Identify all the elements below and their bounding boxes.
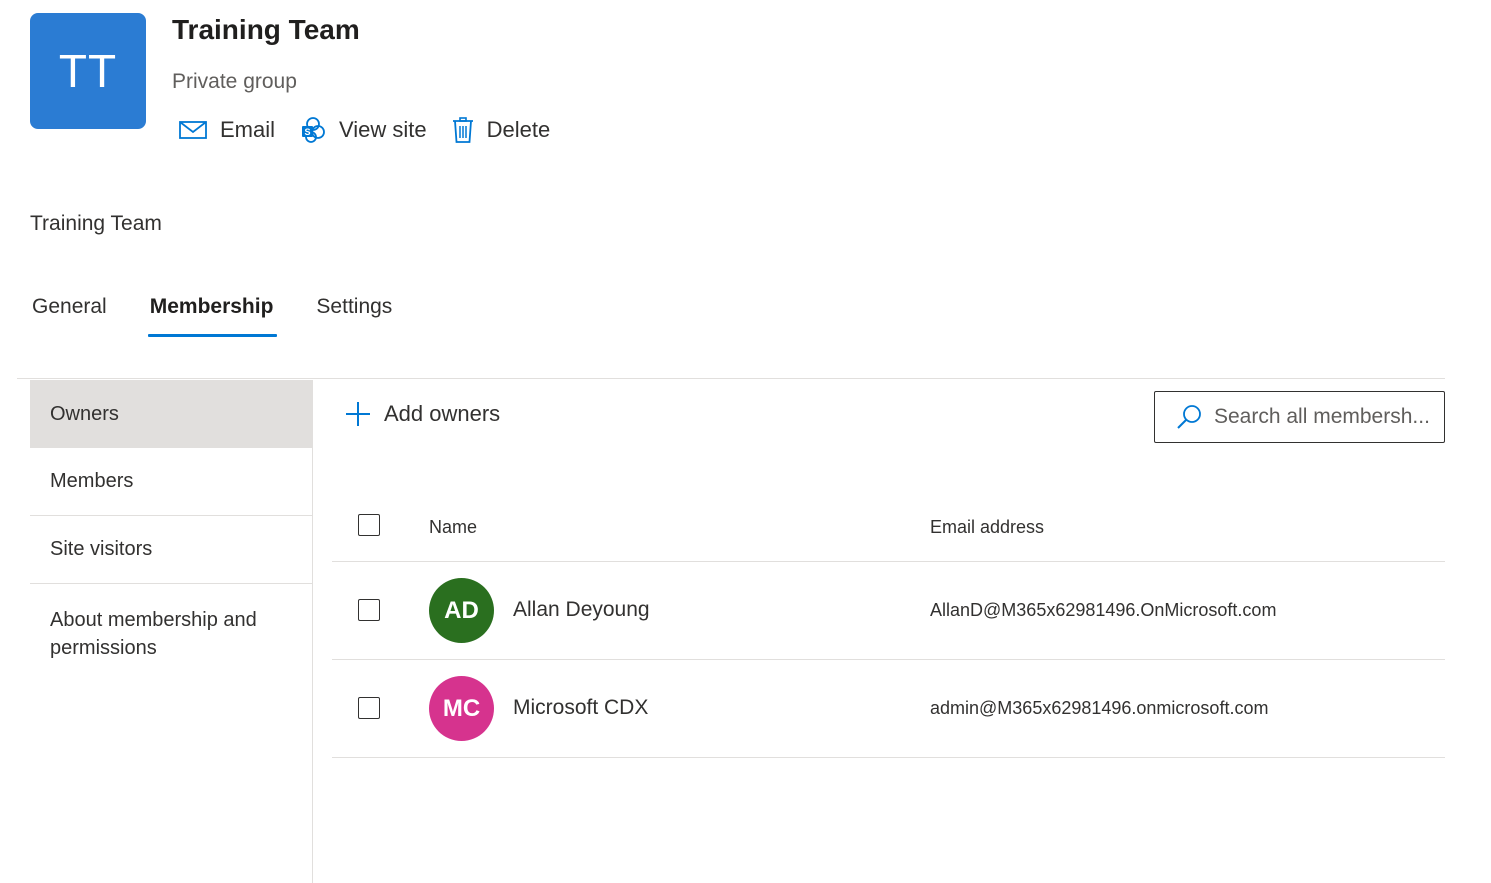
row-checkbox[interactable] bbox=[358, 599, 380, 621]
member-email: admin@M365x62981496.onmicrosoft.com bbox=[930, 698, 1269, 718]
member-name[interactable]: Allan Deyoung bbox=[513, 598, 650, 622]
tab-general[interactable]: General bbox=[32, 295, 107, 337]
group-avatar: TT bbox=[30, 13, 146, 129]
tab-bar: General Membership Settings bbox=[32, 295, 435, 337]
add-owners-label: Add owners bbox=[384, 401, 501, 426]
add-owners-button[interactable]: Add owners bbox=[344, 400, 500, 428]
membership-nav: Owners Members Site visitors About membe… bbox=[30, 380, 312, 684]
svg-text:S: S bbox=[305, 127, 311, 137]
column-header-name[interactable]: Name bbox=[429, 517, 477, 538]
table-row[interactable]: MC Microsoft CDX admin@M365x62981496.onm… bbox=[332, 660, 1445, 758]
search-icon bbox=[1177, 405, 1201, 429]
nav-item-owners[interactable]: Owners bbox=[30, 380, 312, 448]
plus-icon bbox=[346, 402, 370, 426]
tab-membership[interactable]: Membership bbox=[147, 295, 278, 337]
nav-item-about-membership[interactable]: About membership and permissions bbox=[30, 584, 312, 684]
table-row[interactable]: AD Allan Deyoung AllanD@M365x62981496.On… bbox=[332, 562, 1445, 660]
nav-divider bbox=[312, 380, 313, 883]
owners-table: Name Email address AD Allan Deyoung Alla… bbox=[332, 492, 1445, 758]
breadcrumb: Training Team bbox=[30, 212, 162, 235]
table-header: Name Email address bbox=[332, 492, 1445, 562]
search-input[interactable] bbox=[1214, 405, 1449, 429]
view-site-button[interactable]: S View site bbox=[299, 116, 427, 144]
view-site-label: View site bbox=[339, 117, 427, 142]
group-type: Private group bbox=[172, 70, 297, 93]
member-name[interactable]: Microsoft CDX bbox=[513, 696, 648, 720]
mail-icon bbox=[179, 121, 207, 139]
email-label: Email bbox=[220, 117, 276, 142]
tab-settings[interactable]: Settings bbox=[316, 295, 392, 337]
column-header-email[interactable]: Email address bbox=[930, 517, 1044, 538]
member-email: AllanD@M365x62981496.OnMicrosoft.com bbox=[930, 600, 1277, 620]
divider bbox=[17, 378, 1445, 379]
row-checkbox[interactable] bbox=[358, 697, 380, 719]
delete-button[interactable]: Delete bbox=[451, 116, 551, 144]
nav-item-members[interactable]: Members bbox=[30, 448, 312, 516]
group-title: Training Team bbox=[172, 14, 360, 45]
trash-icon bbox=[452, 117, 473, 143]
delete-label: Delete bbox=[486, 117, 551, 142]
nav-item-site-visitors[interactable]: Site visitors bbox=[30, 516, 312, 584]
sharepoint-icon: S bbox=[302, 117, 325, 143]
avatar: AD bbox=[429, 578, 494, 643]
select-all-checkbox[interactable] bbox=[358, 514, 380, 536]
email-button[interactable]: Email bbox=[178, 117, 275, 143]
group-actions: Email S View site Delete bbox=[178, 112, 574, 148]
search-box[interactable] bbox=[1154, 391, 1449, 443]
avatar: MC bbox=[429, 676, 494, 741]
